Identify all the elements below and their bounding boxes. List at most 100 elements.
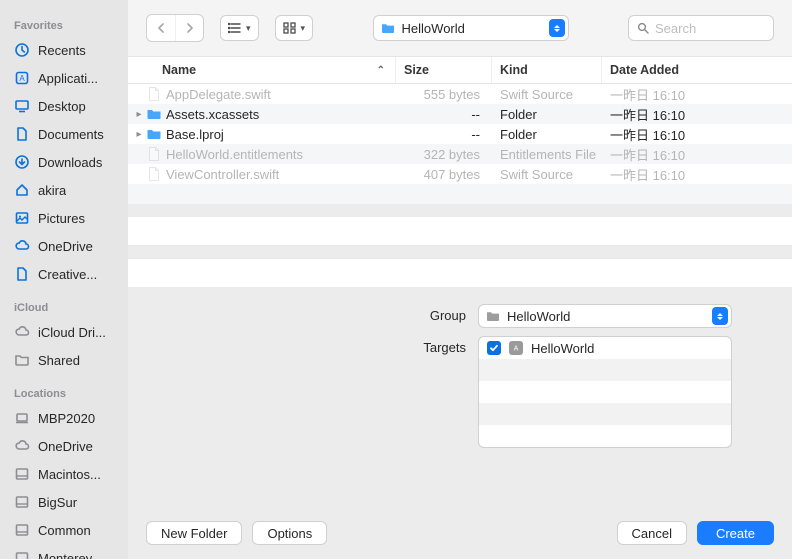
path-stepper-icon [549, 19, 565, 37]
sidebar-item-label: Applicati... [38, 71, 98, 86]
svg-text:A: A [19, 74, 25, 83]
main-panel: ▾ ▾ HelloWorld [128, 0, 792, 559]
column-size-label: Size [404, 63, 429, 77]
cloud-icon [14, 438, 30, 454]
file-row-empty [128, 184, 792, 204]
sidebar-item-label: Monterey [38, 551, 92, 559]
file-size: 555 bytes [396, 87, 492, 102]
file-name: ViewController.swift [164, 167, 396, 182]
sidebar-item[interactable]: Creative... [0, 260, 128, 288]
file-date: 一昨日 16:10 [602, 145, 792, 164]
picture-icon [14, 210, 30, 226]
sidebar-item-label: Downloads [38, 155, 102, 170]
sidebar-item[interactable]: A Applicati... [0, 64, 128, 92]
column-headers: Name ⌃ Size Kind Date Added [128, 56, 792, 84]
sidebar-item[interactable]: Desktop [0, 92, 128, 120]
sidebar-item[interactable]: iCloud Dri... [0, 318, 128, 346]
column-date-label: Date Added [610, 63, 679, 77]
file-row[interactable]: ▸Assets.xcassets--Folder一昨日 16:10 [128, 104, 792, 124]
sidebar-item[interactable]: BigSur [0, 488, 128, 516]
file-list: AppDelegate.swift555 bytesSwift Source一昨… [128, 84, 792, 204]
sidebar: FavoritesRecentsAApplicati...DesktopDocu… [0, 0, 128, 559]
sidebar-item-label: MBP2020 [38, 411, 95, 426]
file-row: AppDelegate.swift555 bytesSwift Source一昨… [128, 84, 792, 104]
search-input[interactable] [655, 21, 792, 36]
target-row-empty [479, 381, 731, 403]
group-value: HelloWorld [507, 309, 705, 324]
sidebar-item[interactable]: akira [0, 176, 128, 204]
search-icon [637, 22, 649, 34]
file-kind: Folder [492, 127, 602, 142]
column-kind[interactable]: Kind [492, 57, 602, 83]
file-size: 322 bytes [396, 147, 492, 162]
doc-icon [14, 126, 30, 142]
sidebar-item[interactable]: Monterey [0, 544, 128, 559]
target-row[interactable]: A HelloWorld [479, 337, 731, 359]
sidebar-item-label: Pictures [38, 211, 85, 226]
sidebar-item-label: Common [38, 523, 91, 538]
cloud-icon [14, 238, 30, 254]
sidebar-item-label: akira [38, 183, 66, 198]
nav-forward-button[interactable] [175, 15, 203, 41]
file-date: 一昨日 16:10 [602, 125, 792, 144]
path-name: HelloWorld [402, 21, 542, 36]
nav-buttons [146, 14, 204, 42]
sidebar-item[interactable]: Pictures [0, 204, 128, 232]
folder-icon [14, 352, 30, 368]
targets-list: A HelloWorld [478, 336, 732, 448]
sidebar-item[interactable]: OneDrive [0, 232, 128, 260]
column-name-label: Name [162, 63, 196, 77]
column-kind-label: Kind [500, 63, 528, 77]
search-field[interactable] [628, 15, 774, 41]
file-row[interactable]: ▸Base.lproj--Folder一昨日 16:10 [128, 124, 792, 144]
sidebar-item[interactable]: Common [0, 516, 128, 544]
file-kind: Swift Source [492, 167, 602, 182]
desktop-icon [14, 98, 30, 114]
new-folder-button[interactable]: New Folder [146, 521, 242, 545]
chevron-down-icon: ▾ [246, 23, 251, 34]
file-size: -- [396, 127, 492, 142]
sidebar-item[interactable]: Recents [0, 36, 128, 64]
nav-back-button[interactable] [147, 15, 175, 41]
sidebar-item[interactable]: OneDrive [0, 432, 128, 460]
path-selector[interactable]: HelloWorld [373, 15, 569, 41]
sidebar-item[interactable]: Downloads [0, 148, 128, 176]
view-grid-button[interactable]: ▾ [275, 15, 314, 41]
view-list-button[interactable]: ▾ [220, 15, 259, 41]
sidebar-item-label: Documents [38, 127, 104, 142]
sidebar-section-label: iCloud [0, 288, 128, 318]
file-date: 一昨日 16:10 [602, 85, 792, 104]
cancel-button[interactable]: Cancel [617, 521, 687, 545]
sidebar-item[interactable]: Macintos... [0, 460, 128, 488]
file-date: 一昨日 16:10 [602, 105, 792, 124]
svg-text:A: A [514, 346, 519, 353]
sidebar-item[interactable]: Documents [0, 120, 128, 148]
plist-icon [144, 146, 164, 162]
group-selector[interactable]: HelloWorld [478, 304, 732, 328]
sort-ascending-icon: ⌃ [377, 65, 385, 76]
file-kind: Folder [492, 107, 602, 122]
laptop-icon [14, 410, 30, 426]
app-icon: A [14, 70, 30, 86]
sidebar-item-label: OneDrive [38, 439, 93, 454]
sidebar-item[interactable]: Shared [0, 346, 128, 374]
target-checkbox[interactable] [487, 341, 501, 355]
form-area: Group HelloWorld Targets [128, 288, 792, 468]
column-name[interactable]: Name ⌃ [128, 57, 396, 83]
column-date[interactable]: Date Added [602, 57, 792, 83]
disk-icon [14, 494, 30, 510]
target-name: HelloWorld [531, 341, 594, 356]
group-stepper-icon [712, 307, 728, 325]
disk-icon [14, 550, 30, 559]
sidebar-item[interactable]: MBP2020 [0, 404, 128, 432]
file-kind: Entitlements File [492, 147, 602, 162]
disclosure-icon[interactable]: ▸ [128, 109, 144, 120]
options-button[interactable]: Options [252, 521, 327, 545]
file-name: AppDelegate.swift [164, 87, 396, 102]
create-button[interactable]: Create [697, 521, 774, 545]
file-size: 407 bytes [396, 167, 492, 182]
targets-label: Targets [128, 336, 478, 355]
doc-icon [14, 266, 30, 282]
disclosure-icon[interactable]: ▸ [128, 129, 144, 140]
column-size[interactable]: Size [396, 57, 492, 83]
